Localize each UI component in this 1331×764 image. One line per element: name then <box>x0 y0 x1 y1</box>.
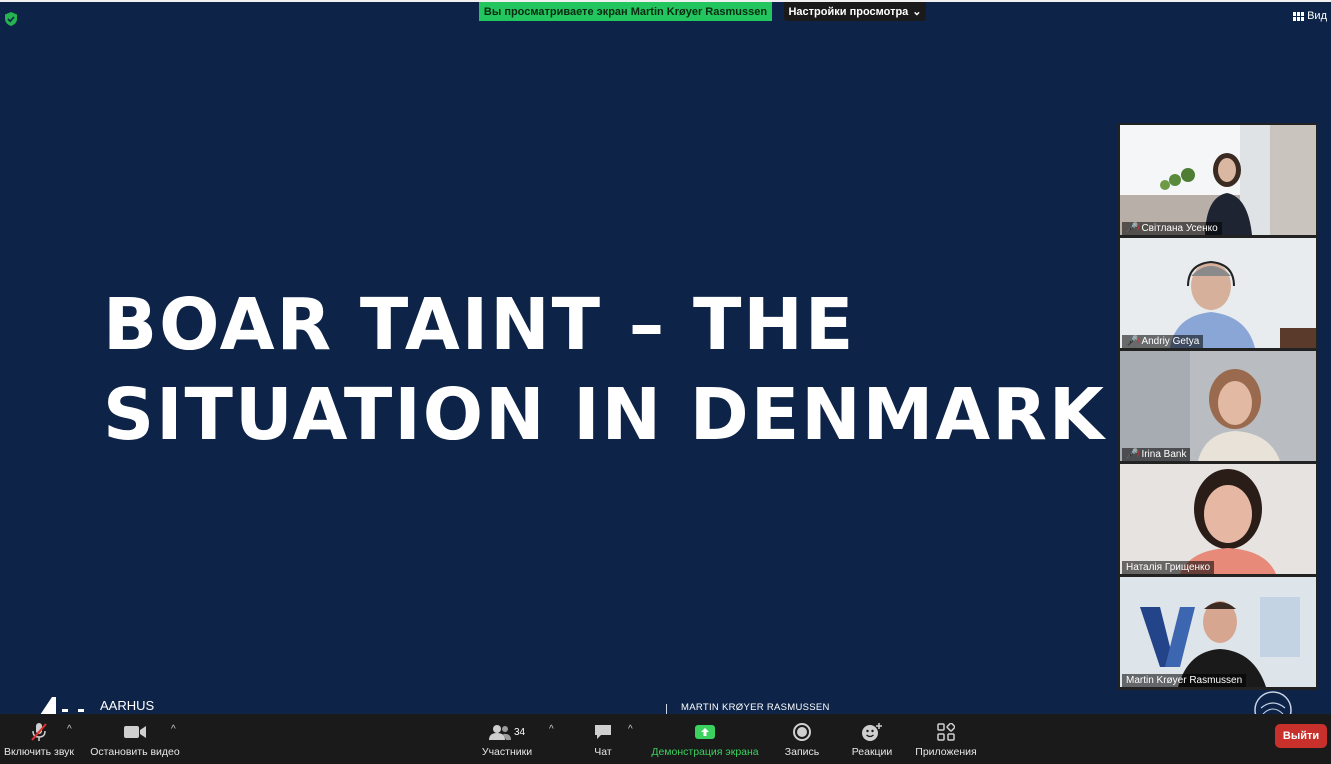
record-icon <box>793 723 811 741</box>
stop-video-label: Остановить видео <box>90 746 180 758</box>
share-screen-button[interactable]: Демонстрация экрана <box>648 714 762 764</box>
leave-button[interactable]: Выйти <box>1275 724 1327 748</box>
participant-name-tag: Наталія Грищенко <box>1122 561 1215 574</box>
video-options-caret[interactable]: ^ <box>171 724 176 735</box>
participant-video <box>1120 577 1316 687</box>
apps-icon <box>937 723 955 741</box>
view-settings-label: Настройки просмотра <box>788 5 909 18</box>
participants-button[interactable]: 34 Участники <box>476 714 538 764</box>
participant-name: Світлана Усенко <box>1141 223 1218 234</box>
chevron-down-icon: ⌄ <box>912 6 922 18</box>
muted-mic-icon: 🎤̸ <box>1126 336 1139 347</box>
participant-video <box>1120 464 1316 574</box>
participant-name: Irina Bank <box>1141 449 1187 460</box>
participant-name: Наталія Грищенко <box>1126 562 1211 573</box>
grid-icon <box>1293 11 1305 21</box>
muted-mic-icon: 🎤̸ <box>1126 449 1139 460</box>
participant-tile[interactable]: 🎤̸ Andriy Getya <box>1120 238 1316 348</box>
participant-video <box>1120 125 1316 235</box>
unmute-button[interactable]: Включить звук <box>0 714 78 764</box>
participants-label: Участники <box>481 746 533 758</box>
participant-name-tag: 🎤̸ Irina Bank <box>1122 448 1191 461</box>
apps-button[interactable]: Приложения <box>912 714 980 764</box>
reactions-button[interactable]: Реакции <box>848 714 896 764</box>
participant-name-tag: Martin Krøyer Rasmussen <box>1122 674 1247 687</box>
participant-name: Andriy Getya <box>1141 336 1200 347</box>
participant-video <box>1120 351 1316 461</box>
stop-video-button[interactable]: Остановить видео <box>88 714 182 764</box>
muted-mic-icon: 🎤̸ <box>1126 223 1139 234</box>
reactions-icon <box>862 723 882 741</box>
view-settings-button[interactable]: Настройки просмотра ⌄ <box>784 2 926 21</box>
chat-icon <box>595 725 611 739</box>
apps-label: Приложения <box>915 746 977 758</box>
participants-options-caret[interactable]: ^ <box>549 724 554 735</box>
unmute-label: Включить звук <box>3 746 75 758</box>
share-screen-icon <box>695 725 715 739</box>
participant-tile[interactable]: 🎤̸ Irina Bank <box>1120 351 1316 461</box>
slide-title: BOAR TAINT – THE SITUATION IN DENMARK <box>103 283 1106 456</box>
participants-icon <box>488 725 511 740</box>
university-name: AARHUS <box>100 698 155 713</box>
shield-icon[interactable] <box>3 11 19 27</box>
record-label: Запись <box>784 746 820 758</box>
participant-tile[interactable]: Martin Krøyer Rasmussen <box>1120 577 1316 687</box>
chat-options-caret[interactable]: ^ <box>628 724 633 735</box>
participant-tile[interactable]: Наталія Грищенко <box>1120 464 1316 574</box>
share-screen-label: Демонстрация экрана <box>651 746 759 758</box>
view-button[interactable]: Вид <box>1293 10 1327 22</box>
record-button[interactable]: Запись <box>780 714 824 764</box>
participant-tile[interactable]: 🎤̸ Світлана Усенко <box>1120 125 1316 235</box>
participant-name: Martin Krøyer Rasmussen <box>1126 675 1243 686</box>
participant-name-tag: 🎤̸ Andriy Getya <box>1122 335 1204 348</box>
chat-label: Чат <box>594 746 612 758</box>
muted-mic-icon <box>31 723 47 741</box>
meeting-toolbar: Включить звук ^ Остановить видео ^ 34 Уч… <box>0 714 1331 764</box>
participant-name-tag: 🎤̸ Світлана Усенко <box>1122 222 1222 235</box>
participant-video <box>1120 238 1316 348</box>
video-camera-icon <box>124 726 146 738</box>
reactions-label: Реакции <box>851 746 893 758</box>
participant-gallery: 🎤̸ Світлана Усенко 🎤̸ Andriy Getya 🎤̸ Ir… <box>1118 123 1318 690</box>
chat-button[interactable]: Чат <box>585 714 621 764</box>
participants-count: 34 <box>513 726 526 738</box>
presenter-divider <box>666 704 667 714</box>
view-label: Вид <box>1307 10 1327 22</box>
audio-options-caret[interactable]: ^ <box>67 724 72 735</box>
presenter-name: MARTIN KRØYER RASMUSSEN <box>681 702 830 713</box>
screen-share-banner: Вы просматриваете экран Martin Krøyer Ra… <box>479 2 772 21</box>
